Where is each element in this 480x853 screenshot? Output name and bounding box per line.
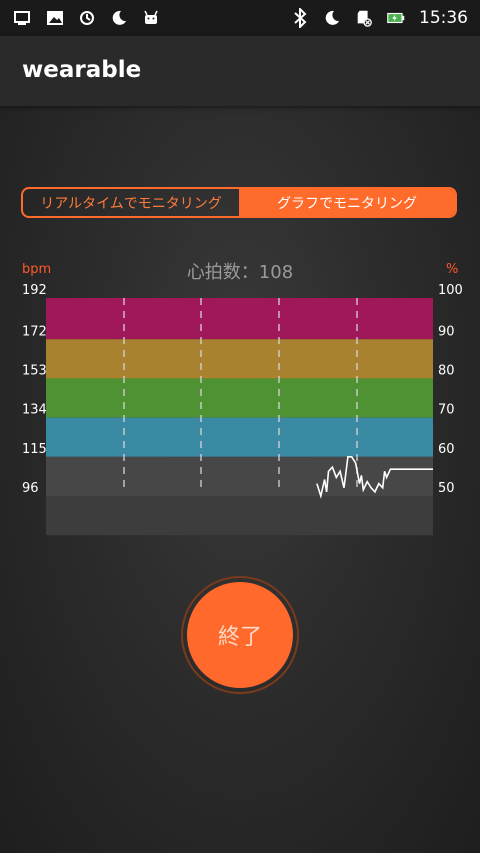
battery-charging-icon — [387, 9, 405, 27]
tab-graph[interactable]: グラフでモニタリング — [239, 189, 455, 216]
image-icon — [46, 9, 64, 27]
status-bar: 15:36 — [0, 0, 480, 36]
status-right-icons: 15:36 — [291, 0, 468, 36]
y-tick-left: 172 — [22, 324, 47, 339]
y-tick-left: 153 — [22, 363, 47, 378]
zone-band — [46, 417, 433, 457]
y-tick-right: 60 — [438, 442, 455, 457]
sd-card-icon — [355, 9, 373, 27]
status-left-icons — [0, 9, 160, 27]
zone-band-below — [46, 496, 433, 536]
y-tick-left: 115 — [22, 442, 47, 457]
y-tick-right: 80 — [438, 363, 455, 378]
usb-debug-icon — [14, 9, 32, 27]
y-tick-right: 90 — [438, 324, 455, 339]
zone-band — [46, 378, 433, 418]
monitor-mode-tabs: リアルタイムでモニタリング グラフでモニタリング — [21, 187, 457, 218]
app-title: wearable — [22, 57, 142, 83]
y-tick-left: 96 — [22, 481, 39, 496]
tab-realtime[interactable]: リアルタイムでモニタリング — [23, 189, 239, 216]
moon-icon — [323, 9, 341, 27]
moon-icon — [110, 9, 128, 27]
app-bar: wearable — [0, 36, 480, 106]
bluetooth-icon — [291, 8, 309, 28]
zone-band — [46, 339, 433, 379]
y-tick-right: 50 — [438, 481, 455, 496]
zone-band — [46, 298, 433, 340]
y-tick-right: 100 — [438, 283, 463, 298]
stop-button[interactable]: 終了 — [187, 582, 293, 688]
heart-rate-chart: 192 172 153 134 115 96 100 90 80 70 60 50 — [22, 283, 463, 536]
y-tick-right: 70 — [438, 403, 455, 418]
clock: 15:36 — [419, 8, 468, 28]
android-icon — [142, 9, 160, 27]
sync-icon — [78, 9, 96, 27]
y-tick-left: 192 — [22, 283, 47, 298]
y-tick-left: 134 — [22, 403, 47, 418]
